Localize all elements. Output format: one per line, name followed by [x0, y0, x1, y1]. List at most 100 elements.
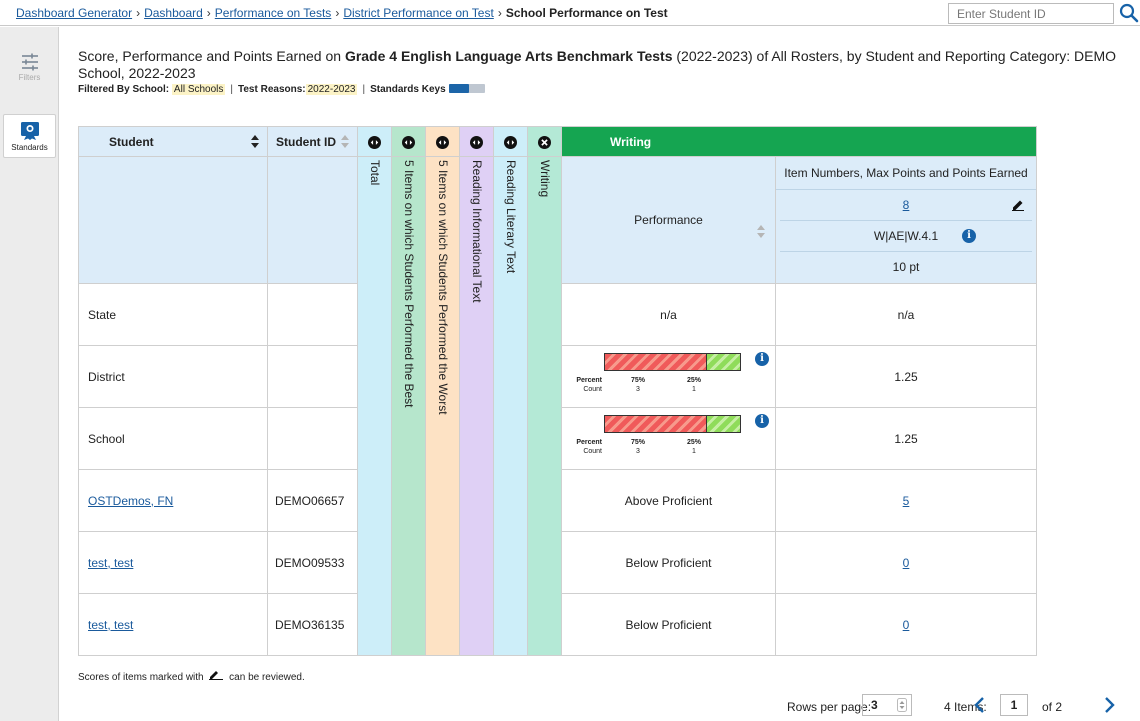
rows-per-page-label: Rows per page:: [787, 700, 872, 714]
info-icon[interactable]: i: [755, 414, 769, 428]
review-footnote: Scores of items marked with can be revie…: [78, 670, 305, 683]
student-name-link[interactable]: test, test: [88, 618, 133, 632]
expand-icon[interactable]: [402, 135, 415, 149]
points-link[interactable]: 5: [903, 494, 910, 508]
performance-bar-chart: i Percent 75% 25% Count 3 1: [562, 408, 775, 469]
above-count: 1: [692, 386, 696, 393]
student-id-cell: DEMO06657: [267, 469, 358, 532]
points-link[interactable]: 0: [903, 618, 910, 632]
expand-icon[interactable]: [436, 135, 449, 149]
pencil-icon: [209, 671, 224, 680]
top-bar: Dashboard Generator › Dashboard › Performanc…: [0, 0, 1140, 26]
performance-cell: n/a: [561, 283, 776, 346]
filters-button[interactable]: Filters: [3, 53, 56, 82]
item-max-points-row: 10 pt: [780, 252, 1032, 283]
total-column: Total: [357, 156, 392, 656]
performance-column-header[interactable]: Performance: [561, 156, 776, 284]
below-percent: 75%: [630, 439, 645, 446]
item-max-points: 10 pt: [892, 260, 920, 274]
test-reasons-key: Test Reasons:: [238, 84, 306, 95]
items-header-title: Item Numbers, Max Points and Points Earn…: [776, 157, 1036, 190]
breadcrumb-separator: ›: [136, 6, 141, 20]
student-id-cell: DEMO09533: [267, 531, 358, 594]
points-link[interactable]: 0: [903, 556, 910, 570]
info-icon[interactable]: i: [962, 229, 976, 243]
above-percent: 25%: [686, 439, 701, 446]
test-reasons-value: 2022-2023: [305, 84, 358, 95]
chevron-right-icon[interactable]: [1101, 696, 1117, 714]
best-items-column-label: 5 Items on which Students Performed the …: [402, 160, 416, 408]
student-subheader-cell: [78, 156, 268, 284]
description-test-name: Grade 4 English Language Arts Benchmark …: [344, 48, 673, 64]
breadcrumb-link-performance-on-tests[interactable]: Performance on Tests: [215, 6, 332, 20]
breadcrumb-separator: ›: [335, 6, 340, 20]
points-cell: 0: [775, 593, 1037, 656]
performance-cell: Below Proficient: [561, 531, 776, 594]
performance-bar-chart: i Percent 75% 25% Count 3 1: [562, 346, 775, 407]
worst-items-column-label: 5 Items on which Students Performed the …: [436, 160, 450, 415]
points-cell: 0: [775, 531, 1037, 594]
worst-items-column: 5 Items on which Students Performed the …: [425, 156, 460, 656]
above-count: 1: [692, 448, 696, 455]
reading-informational-column: Reading Informational Text: [459, 156, 494, 656]
student-header-label: Student: [109, 134, 154, 149]
performance-header-label: Performance: [634, 213, 703, 227]
below-proficient-segment: [605, 416, 707, 432]
rows-per-page-value: 3: [871, 698, 878, 712]
student-name-link[interactable]: OSTDemos, FN: [88, 494, 173, 508]
standards-button[interactable]: Standards: [3, 114, 56, 158]
writing-column: Writing: [527, 156, 562, 656]
item-details-header: Item Numbers, Max Points and Points Earn…: [775, 156, 1037, 284]
student-id-column-header[interactable]: Student ID: [267, 126, 358, 157]
student-id-cell: [267, 283, 358, 346]
chevron-left-icon[interactable]: [972, 696, 988, 714]
above-proficient-segment: [706, 416, 740, 432]
stepper-arrows-icon[interactable]: [897, 698, 907, 712]
expand-icon[interactable]: [470, 135, 483, 149]
search-icon[interactable]: [1118, 2, 1140, 24]
breadcrumb: Dashboard Generator › Dashboard › Performanc…: [16, 6, 668, 20]
sort-icon[interactable]: [341, 135, 349, 148]
item-number-link[interactable]: 8: [903, 198, 910, 212]
left-sidebar: Filters Standards: [0, 27, 59, 721]
points-cell: n/a: [775, 283, 1037, 346]
breadcrumb-link-district-performance[interactable]: District Performance on Test: [343, 6, 494, 20]
worst-items-expand-cell: [425, 126, 460, 157]
reading-informational-column-label: Reading Informational Text: [470, 160, 484, 303]
count-label: Count: [583, 386, 602, 393]
student-id-input[interactable]: [948, 3, 1114, 24]
student-column-header[interactable]: Student: [78, 126, 268, 157]
breadcrumb-link-dashboard[interactable]: Dashboard: [144, 6, 203, 20]
standards-keys-label: Standards Keys: [370, 84, 446, 95]
sort-icon[interactable]: [757, 225, 765, 238]
pencil-icon[interactable]: [1012, 199, 1024, 211]
breadcrumb-link-dashboard-generator[interactable]: Dashboard Generator: [16, 6, 132, 20]
expand-icon[interactable]: [504, 135, 517, 149]
info-icon[interactable]: i: [755, 352, 769, 366]
bar-legend: Percent 75% 25% Count 3 1: [568, 438, 720, 456]
reading-info-expand-cell: [459, 126, 494, 157]
performance-bar[interactable]: [604, 353, 741, 371]
report-description: Score, Performance and Points Earned on …: [78, 48, 1118, 82]
rows-per-page-stepper[interactable]: 3: [862, 694, 912, 716]
performance-cell: i Percent 75% 25% Count 3 1: [561, 407, 776, 470]
collapse-icon[interactable]: [538, 135, 551, 149]
student-id-cell: DEMO36135: [267, 593, 358, 656]
sort-icon[interactable]: [251, 135, 259, 148]
total-expand-cell: [357, 126, 392, 157]
student-id-header-label: Student ID: [276, 134, 336, 149]
filters-label: Filters: [18, 73, 41, 82]
filtered-by-label: Filtered By: [78, 84, 130, 95]
student-name-link[interactable]: test, test: [88, 556, 133, 570]
school-filter-key: School:: [132, 84, 170, 95]
breadcrumb-separator: ›: [206, 6, 211, 20]
below-proficient-segment: [605, 354, 707, 370]
standards-keys-toggle[interactable]: [448, 84, 485, 93]
writing-group-header: Writing: [561, 126, 1037, 157]
page-number-input[interactable]: 1: [1000, 694, 1028, 716]
writing-column-label: Writing: [538, 160, 552, 198]
performance-bar[interactable]: [604, 415, 741, 433]
item-subheader: 8 W|AE|W.4.1 i 10 pt: [780, 190, 1032, 283]
toggle-knob: [448, 84, 469, 93]
expand-icon[interactable]: [368, 135, 381, 149]
